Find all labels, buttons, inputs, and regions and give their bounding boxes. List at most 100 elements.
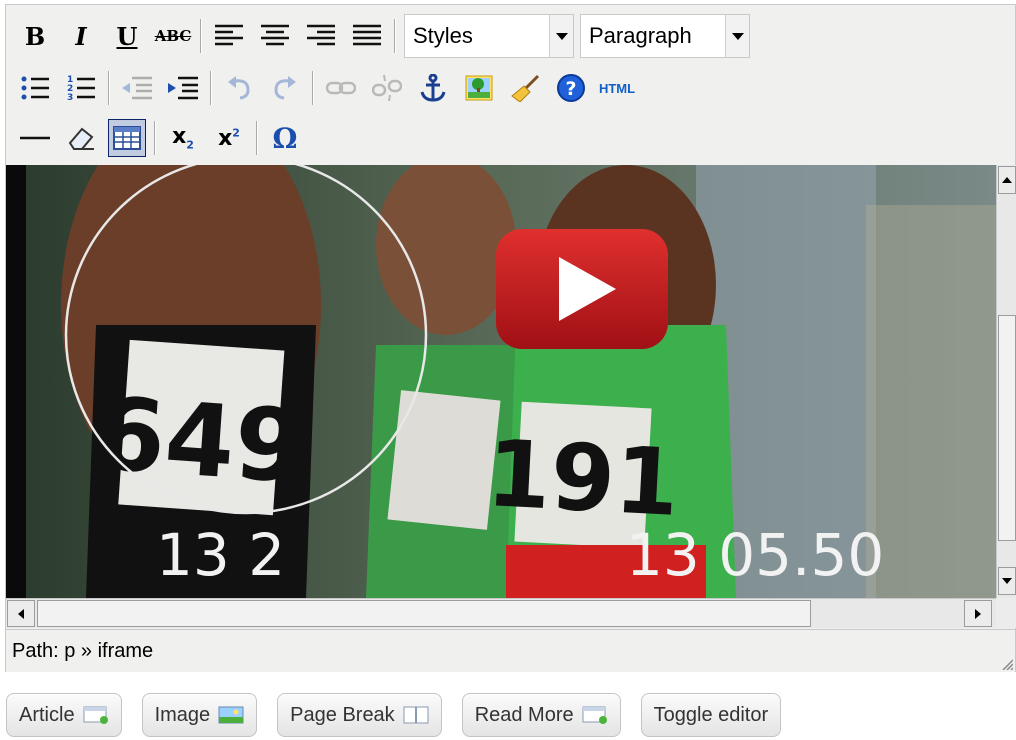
scroll-left-button[interactable] [7,600,35,627]
timecode-left: 13 2 [156,521,285,589]
table-icon [113,126,141,150]
cleanup-button[interactable] [506,69,544,107]
undo-icon [228,76,250,100]
undo-button[interactable] [220,69,258,107]
article-button[interactable]: Article [6,693,122,737]
align-justify-icon [353,24,381,46]
image-icon [218,706,244,724]
horizontal-scroll-thumb[interactable] [37,600,811,627]
broom-icon [511,74,540,102]
arrow-up-icon [1002,177,1012,183]
svg-text:3: 3 [67,93,73,102]
toolbar-separator [312,71,314,105]
help-icon: ? [557,74,585,102]
styles-select-value: Styles [413,23,473,48]
chevron-down-icon [725,15,749,57]
horizontal-rule-icon [20,136,50,140]
align-center-icon [261,24,289,46]
video-embed[interactable]: 649 191 13 2 13 05.50 [6,165,996,598]
vertical-scrollbar[interactable] [996,165,1016,598]
unlink-button[interactable] [368,69,406,107]
resize-grip-icon[interactable] [1001,658,1013,670]
superscript-button[interactable]: x2 [210,119,248,157]
toolbar-separator [394,19,396,53]
article-icon [83,706,108,724]
svg-text:?: ? [565,78,576,100]
anchor-icon [420,74,446,102]
article-button-label: Article [19,703,75,726]
bib-number-191: 191 [484,420,681,537]
redo-icon [274,76,296,100]
page-break-button[interactable]: Page Break [277,693,442,737]
image-button[interactable]: Image [141,693,258,737]
subscript-button[interactable]: x2 [164,119,202,157]
align-justify-button[interactable] [348,17,386,55]
redo-button[interactable] [266,69,304,107]
arrow-down-icon [1002,578,1012,584]
scrollbar-corner [996,598,1016,628]
arrow-right-icon [975,608,981,619]
html-source-button[interactable]: HTML [598,69,636,107]
anchor-button[interactable] [414,69,452,107]
numbered-list-icon: 123 [67,75,95,102]
indent-icon [168,76,198,100]
horizontal-rule-button[interactable] [16,119,54,157]
page-break-button-label: Page Break [290,703,395,726]
read-more-button[interactable]: Read More [461,693,621,737]
link-icon [326,81,356,95]
toolbar-separator [256,121,258,155]
editor-content-area[interactable]: 649 191 13 2 13 05.50 [6,165,996,598]
align-left-icon [215,24,243,46]
insert-image-button[interactable] [460,69,498,107]
align-right-button[interactable] [302,17,340,55]
read-more-icon [582,706,607,724]
timecode-right: 13 05.50 [626,521,884,589]
superscript-icon: x2 [218,125,240,151]
scroll-right-button[interactable] [964,600,992,627]
special-character-button[interactable]: Ω [266,119,304,157]
italic-button[interactable]: I [62,17,100,55]
styles-select[interactable]: Styles [404,14,574,58]
horizontal-scrollbar[interactable] [6,598,996,628]
image-icon [465,75,493,101]
toolbar-row-2: 123 ? HTML [16,65,644,111]
rich-text-editor: B I U ABC Styles Paragraph 1 2 3 ? HTML … [5,4,1016,672]
remove-format-button[interactable] [62,119,100,157]
scroll-up-button[interactable] [998,166,1016,194]
format-select[interactable]: Paragraph [580,14,750,58]
status-bar: Path: p » iframe [6,629,1015,672]
scroll-down-button[interactable] [998,567,1016,595]
table-button[interactable] [108,119,146,157]
bold-button[interactable]: B [16,17,54,55]
numbered-list-button[interactable]: 123 [62,69,100,107]
toggle-editor-button[interactable]: Toggle editor [640,693,782,737]
play-button[interactable] [496,229,668,349]
align-right-icon [307,24,335,46]
image-button-label: Image [154,703,211,726]
unlink-icon [372,75,402,101]
editor-toolbar: B I U ABC Styles Paragraph 1 2 3 ? HTML … [6,5,1015,165]
help-button[interactable]: ? [552,69,590,107]
chevron-down-icon [549,15,573,57]
bullet-list-button[interactable] [16,69,54,107]
read-more-button-label: Read More [474,703,574,726]
toolbar-row-1: B I U ABC Styles Paragraph [16,13,756,59]
align-left-button[interactable] [210,17,248,55]
subscript-icon: x2 [172,124,194,152]
bullet-list-icon [21,76,49,100]
arrow-left-icon [18,608,24,619]
bib-number-649: 649 [92,375,308,506]
toolbar-separator [200,19,202,53]
toolbar-row-3: x2 x2 Ω [16,115,312,161]
outdent-icon [122,76,152,100]
strikethrough-button[interactable]: ABC [154,17,192,55]
vertical-scroll-thumb[interactable] [998,315,1016,541]
indent-button[interactable] [164,69,202,107]
toolbar-separator [108,71,110,105]
outdent-button[interactable] [118,69,156,107]
align-center-button[interactable] [256,17,294,55]
insert-link-button[interactable] [322,69,360,107]
underline-button[interactable]: U [108,17,146,55]
toggle-editor-button-label: Toggle editor [653,703,769,726]
eraser-icon [68,127,94,150]
